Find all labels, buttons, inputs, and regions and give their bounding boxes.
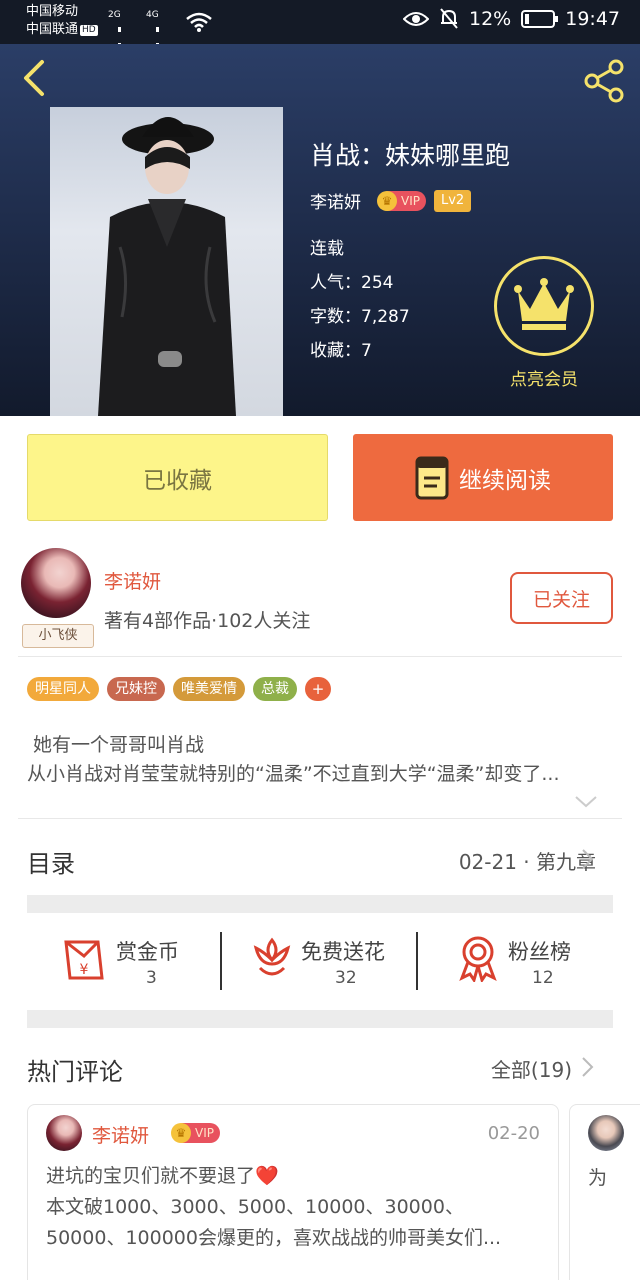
commenter-avatar[interactable] — [46, 1115, 82, 1151]
section-separator — [27, 1010, 613, 1028]
continue-reading-label: 继续阅读 — [459, 467, 551, 494]
chevron-right-icon[interactable] — [581, 1056, 595, 1078]
mute-bell-icon — [440, 8, 458, 29]
comment-line: 进坑的宝贝们就不要退了❤️ — [46, 1165, 279, 1187]
share-icon[interactable] — [582, 58, 628, 104]
crown-icon — [514, 278, 574, 330]
crown-icon: ♛ — [377, 190, 397, 211]
toc-latest[interactable]: 02-21 · 第九章 — [459, 846, 596, 875]
fans-ranking-value: 12 — [532, 968, 554, 988]
toc-title[interactable]: 目录 — [27, 844, 75, 879]
battery-icon — [521, 10, 559, 28]
chevron-down-icon[interactable] — [574, 795, 598, 809]
divider — [220, 932, 222, 990]
divider — [18, 656, 622, 657]
hot-comments-title: 热门评论 — [27, 1058, 123, 1086]
popularity: 人气：254 — [310, 273, 394, 293]
wifi-icon — [186, 12, 212, 32]
comment-date: 02-20 — [487, 1123, 540, 1144]
author-stats: 著有4部作品·102人关注 — [104, 610, 311, 632]
book-author[interactable]: 李诺妍 — [310, 188, 361, 213]
crown-icon: ♛ — [171, 1123, 191, 1143]
vip-badge: ♛ VIP — [171, 1123, 220, 1143]
word-count: 字数：7,287 — [310, 307, 410, 327]
fans-ranking-button[interactable]: 粉丝榜 12 — [456, 930, 586, 994]
add-tag-button[interactable]: + — [305, 677, 331, 701]
tag-list: 明星同人 兄妹控 唯美爱情 总裁 + — [27, 677, 331, 701]
commenter-avatar[interactable] — [588, 1115, 624, 1151]
book-header: 肖战：妹妹哪里跑 李诺妍 ♛ VIP Lv2 连载 人气：254 字数：7,287… — [0, 44, 640, 416]
carrier-info: 中国移动 中国联通 HD — [26, 3, 98, 39]
author-name[interactable]: 李诺妍 — [104, 567, 161, 594]
all-comments-label: 全部(19) — [490, 1058, 572, 1082]
svg-text:¥: ¥ — [80, 962, 89, 978]
collected-label: 已收藏 — [143, 467, 212, 494]
author-avatar[interactable] — [21, 548, 91, 618]
comment-body: 进坑的宝贝们就不要退了❤️ 本文破1000、3000、5000、10000、30… — [46, 1161, 544, 1254]
comment-line: 50000、100000会爆更的，喜欢战战的帅哥美女们... — [46, 1227, 502, 1249]
section-separator — [27, 895, 613, 913]
comment-card[interactable]: 为 — [569, 1104, 640, 1280]
book-cover[interactable] — [50, 107, 283, 416]
toc-latest-label: 02-21 · 第九章 — [458, 850, 596, 874]
reward-coins-label: 赏金币 — [116, 940, 179, 964]
comment-line: 本文破1000、3000、5000、10000、30000、 — [46, 1196, 464, 1218]
tag[interactable]: 明星同人 — [27, 677, 99, 701]
book-intro[interactable]: 她有一个哥哥叫肖战 从小肖战对肖莹莹就特别的“温柔”不过直到大学“温柔”却变了.… — [27, 731, 617, 789]
member-crown-button[interactable] — [494, 256, 594, 356]
back-icon[interactable] — [14, 58, 54, 98]
divider — [416, 932, 418, 990]
all-comments-link[interactable]: 全部(19) — [491, 1054, 572, 1083]
author-title-badge: 小飞侠 — [22, 624, 94, 648]
continue-reading-button[interactable]: 继续阅读 — [353, 434, 613, 521]
commenter-name[interactable]: 李诺妍 — [92, 1121, 149, 1148]
reward-coins-button[interactable]: ¥ 赏金币 3 — [62, 930, 192, 994]
follow-button[interactable]: 已关注 — [510, 572, 613, 624]
chevron-right-icon[interactable] — [581, 848, 595, 870]
send-flower-button[interactable]: 免费送花 32 — [250, 930, 400, 994]
send-flower-value: 32 — [335, 968, 357, 988]
tag[interactable]: 唯美爱情 — [173, 677, 245, 701]
eye-icon — [403, 12, 429, 26]
comment-card[interactable]: 李诺妍 ♛ VIP 02-20 进坑的宝贝们就不要退了❤️ 本文破1000、300… — [27, 1104, 559, 1280]
favorites-count: 收藏：7 — [310, 341, 372, 361]
vip-label: VIP — [195, 1126, 214, 1140]
hd-badge: HD — [80, 25, 98, 36]
tag[interactable]: 总裁 — [253, 677, 297, 701]
clock: 19:47 — [565, 8, 620, 30]
intro-line-1: 她有一个哥哥叫肖战 — [33, 734, 205, 756]
fans-ranking-label: 粉丝榜 — [508, 940, 571, 964]
reward-coins-value: 3 — [146, 968, 157, 988]
tag[interactable]: 兄妹控 — [107, 677, 165, 701]
status-right: 12% 19:47 — [403, 8, 620, 30]
ribbon-award-icon — [459, 936, 497, 982]
book-title: 肖战：妹妹哪里跑 — [310, 141, 511, 170]
coin-envelope-icon: ¥ — [64, 940, 104, 980]
send-flower-label: 免费送花 — [301, 940, 385, 964]
vip-badge: ♛ VIP — [377, 190, 426, 211]
collected-button[interactable]: 已收藏 — [27, 434, 328, 521]
status-bar: 中国移动 中国联通 HD 2G 4G 12% 19:47 — [0, 0, 640, 89]
serial-status: 连载 — [310, 239, 344, 259]
book-author-row: 李诺妍 ♛ VIP Lv2 — [310, 188, 472, 213]
carrier-1: 中国移动 — [26, 4, 79, 19]
member-label[interactable]: 点亮会员 — [494, 365, 594, 390]
book-icon — [415, 456, 449, 499]
level-badge: Lv2 — [433, 189, 472, 212]
carrier-2: 中国联通 — [26, 22, 79, 37]
intro-line-2: 从小肖战对肖莹莹就特别的“温柔”不过直到大学“温柔”却变了... — [27, 763, 560, 785]
cover-image — [98, 117, 236, 416]
divider — [18, 818, 622, 819]
battery-percent: 12% — [469, 8, 512, 30]
comment-body: 为 — [588, 1167, 608, 1189]
flower-icon — [253, 937, 291, 976]
vip-label: VIP — [401, 193, 420, 208]
